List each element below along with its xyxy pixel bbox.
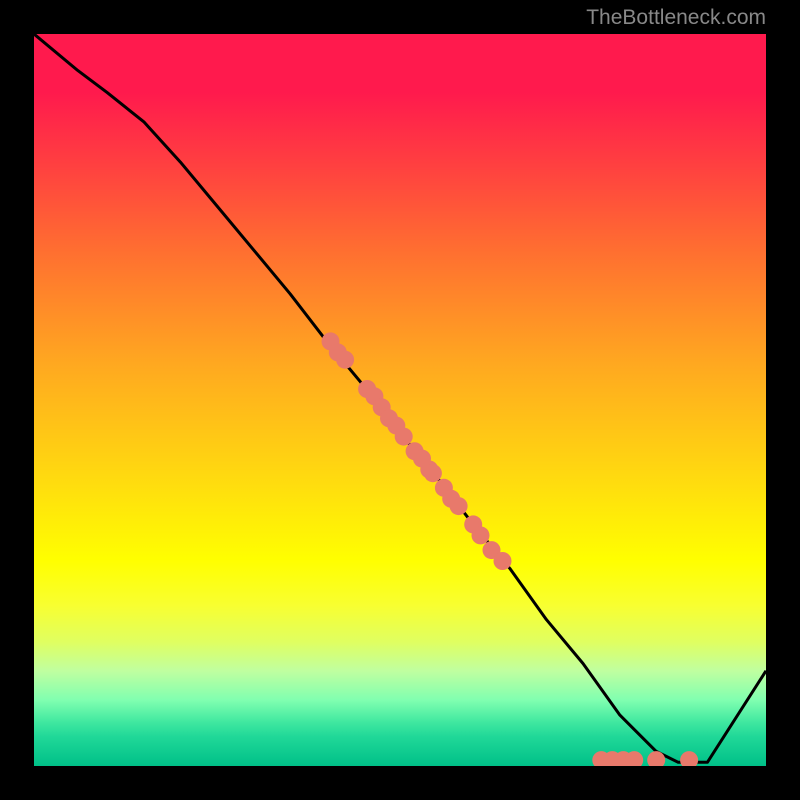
watermark-text: TheBottleneck.com [586, 6, 766, 30]
data-marker [424, 464, 442, 482]
data-marker [450, 497, 468, 515]
data-marker [494, 552, 512, 570]
chart-svg [34, 34, 766, 766]
data-marker [395, 428, 413, 446]
data-marker [472, 526, 490, 544]
data-marker [680, 751, 698, 766]
data-marker [336, 351, 354, 369]
chart-container: TheBottleneck.com [0, 0, 800, 800]
curve-line [34, 34, 766, 762]
